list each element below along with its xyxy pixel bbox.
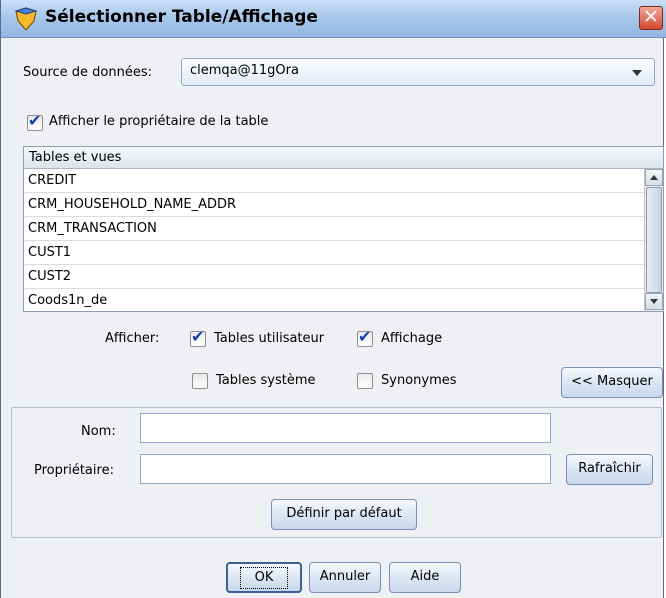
- hide-button[interactable]: << Masquer: [561, 367, 663, 398]
- list-item-label: CRM_TRANSACTION: [28, 221, 157, 236]
- ok-button[interactable]: OK: [226, 562, 302, 593]
- scroll-up-button[interactable]: [645, 169, 663, 186]
- window-title: Sélectionner Table/Affichage: [45, 7, 318, 27]
- help-button[interactable]: Aide: [389, 562, 461, 593]
- list-item[interactable]: CRM_TRANSACTION: [24, 217, 644, 241]
- cancel-button[interactable]: Annuler: [309, 562, 381, 593]
- ok-button-label: OK: [239, 567, 289, 589]
- user-tables-checkbox[interactable]: [190, 327, 206, 347]
- list-item[interactable]: CRM_HOUSEHOLD_NAME_ADDR: [24, 193, 644, 217]
- list-item[interactable]: CREDIT: [24, 169, 644, 193]
- views-checkbox[interactable]: [357, 327, 373, 347]
- display-label: Afficher:: [105, 331, 160, 346]
- arrow-up-icon: [650, 175, 658, 180]
- synonyms-checkbox[interactable]: [357, 373, 373, 389]
- list-item-label: Coods1n_de: [28, 293, 108, 308]
- chevron-down-icon: [632, 70, 642, 76]
- user-tables-label: Tables utilisateur: [214, 331, 325, 346]
- list-item[interactable]: CUST1: [24, 241, 644, 265]
- owner-label: Propriétaire:: [34, 463, 114, 478]
- tables-list[interactable]: Tables et vues CREDIT CRM_HOUSEHOLD_NAME…: [23, 146, 664, 312]
- name-label: Nom:: [81, 424, 116, 439]
- list-header-label: Tables et vues: [29, 150, 122, 165]
- name-field[interactable]: [140, 413, 551, 443]
- arrow-down-icon: [650, 299, 658, 304]
- list-item-label: CUST2: [28, 269, 72, 284]
- data-source-label: Source de données:: [23, 65, 152, 80]
- select-table-dialog: Sélectionner Table/Affichage ✕ Source de…: [0, 0, 666, 598]
- shield-icon: [14, 7, 38, 31]
- show-owner-label: Afficher le propriétaire de la table: [49, 114, 269, 129]
- synonyms-label: Synonymes: [381, 373, 457, 388]
- list-item[interactable]: Coods1n_de: [24, 289, 644, 311]
- close-icon: ✕: [643, 6, 659, 28]
- data-source-select[interactable]: clemqa@11gOra: [181, 58, 655, 86]
- system-tables-checkbox[interactable]: [192, 373, 208, 389]
- data-source-value: clemqa@11gOra: [190, 63, 299, 78]
- list-header[interactable]: Tables et vues: [24, 147, 663, 169]
- system-tables-label: Tables système: [216, 373, 316, 388]
- title-bar: Sélectionner Table/Affichage ✕: [1, 0, 666, 38]
- list-item-label: CREDIT: [28, 173, 77, 188]
- scroll-down-button[interactable]: [645, 293, 663, 310]
- show-owner-checkbox[interactable]: [27, 111, 43, 131]
- list-item[interactable]: CUST2: [24, 265, 644, 289]
- close-button[interactable]: ✕: [639, 6, 663, 30]
- scroll-thumb[interactable]: [646, 187, 662, 293]
- owner-field[interactable]: [140, 454, 551, 484]
- vertical-scrollbar[interactable]: [644, 169, 663, 311]
- views-label: Affichage: [381, 331, 443, 346]
- list-item-label: CUST1: [28, 245, 72, 260]
- refresh-button[interactable]: Rafraîchir: [566, 454, 653, 485]
- set-default-button[interactable]: Définir par défaut: [271, 499, 417, 530]
- list-item-label: CRM_HOUSEHOLD_NAME_ADDR: [28, 197, 237, 212]
